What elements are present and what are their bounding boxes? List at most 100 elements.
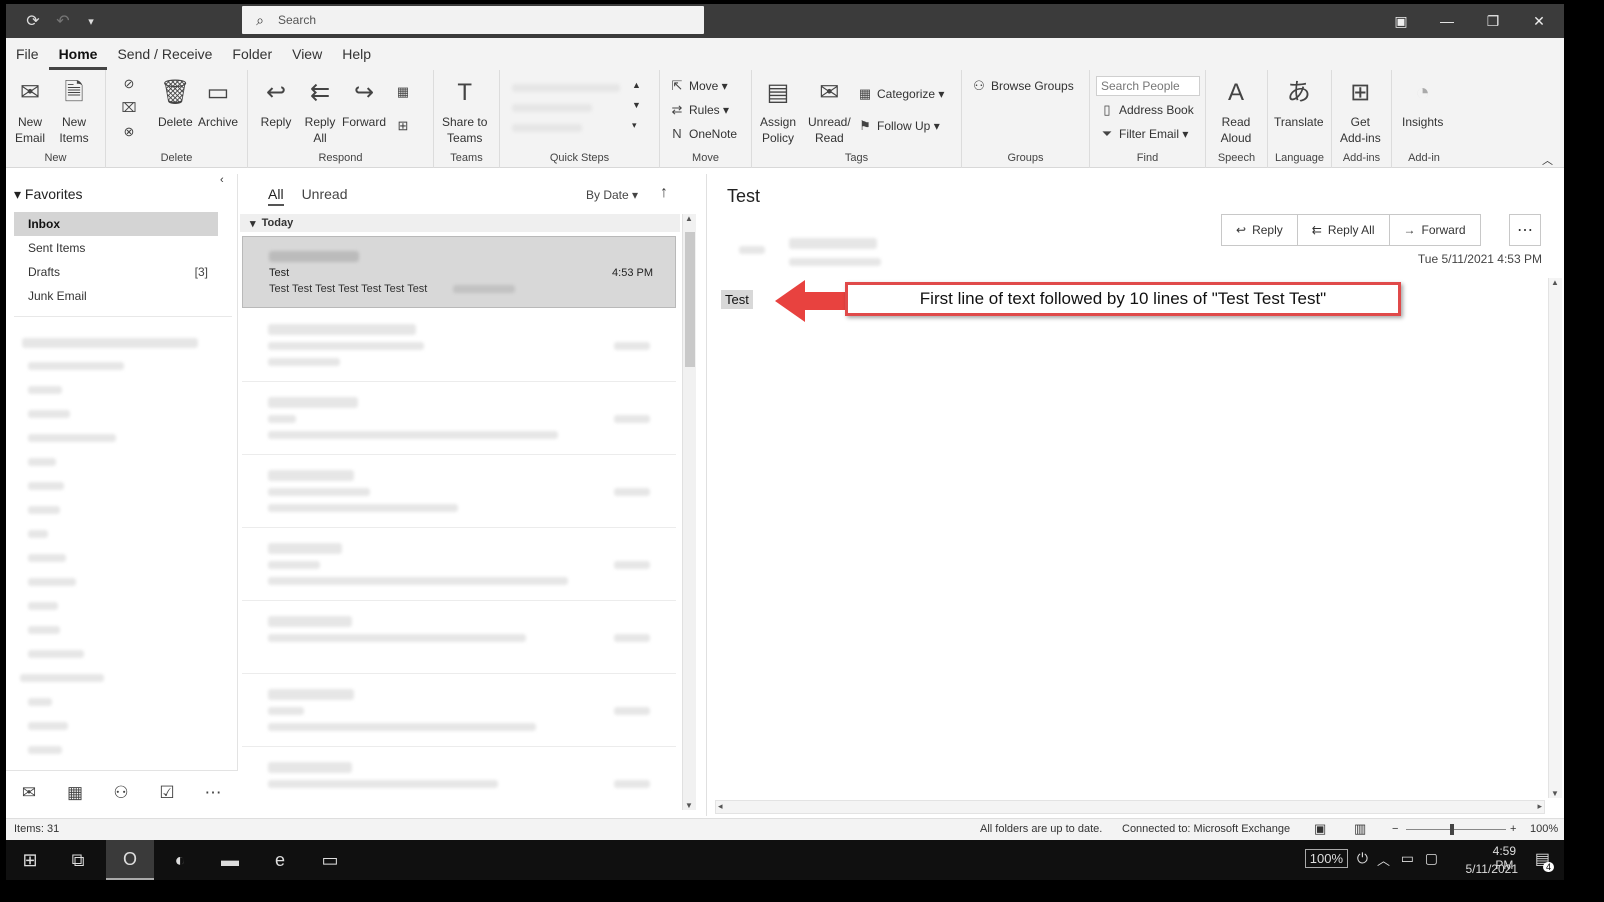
reply-button[interactable]: ↩ Reply — [1222, 215, 1298, 245]
power-icon[interactable]: ⏻ — [1357, 850, 1368, 867]
ribbon-display-icon[interactable]: ▣ — [1378, 4, 1424, 38]
junk-icon[interactable]: ⊗ — [120, 124, 141, 140]
quickstep-item[interactable] — [512, 104, 592, 112]
folder-item[interactable] — [28, 482, 64, 490]
unread-read-button[interactable]: ✉ Unread/ Read — [808, 76, 851, 146]
account-header[interactable] — [22, 338, 198, 348]
tab-unread[interactable]: Unread — [302, 186, 348, 206]
folder-item[interactable] — [28, 626, 60, 634]
zoom-in-icon[interactable]: + — [1510, 823, 1516, 835]
task-view-icon[interactable]: ⧉ — [54, 840, 102, 880]
message-item[interactable] — [242, 310, 676, 382]
insights-button[interactable]: ◔ Insights — [1402, 76, 1443, 130]
calendar-icon[interactable]: ▦ — [62, 783, 88, 805]
delete-button[interactable]: 🗑 Delete — [158, 76, 193, 130]
tab-all[interactable]: All — [268, 186, 284, 206]
folder-item[interactable] — [28, 386, 62, 394]
new-email-button[interactable]: ✉ New Email — [14, 76, 46, 146]
menu-home[interactable]: Home — [48, 46, 108, 70]
folder-item[interactable] — [28, 458, 56, 466]
folder-item[interactable] — [20, 674, 104, 682]
folder-drafts[interactable]: Drafts [3] — [14, 260, 218, 284]
filter-email-button[interactable]: ⏷ Filter Email ▾ — [1098, 126, 1189, 142]
scroll-left-icon[interactable]: ◂ — [718, 801, 723, 812]
folder-item[interactable] — [28, 434, 116, 442]
sort-direction-icon[interactable]: ↑ — [660, 184, 668, 202]
zoom-slider[interactable] — [1406, 829, 1506, 830]
tasks-icon[interactable]: ☑ — [154, 783, 180, 805]
browse-groups-button[interactable]: ⚇ Browse Groups — [970, 78, 1074, 94]
folder-junk-email[interactable]: Junk Email — [14, 284, 218, 308]
folder-sent-items[interactable]: Sent Items — [14, 236, 218, 260]
reading-pane-horizontal-scrollbar[interactable]: ◂ ▸ — [715, 800, 1545, 814]
battery-icon[interactable]: ▭ — [1401, 850, 1414, 867]
message-list-scrollbar[interactable]: ▲ ▼ — [682, 214, 696, 810]
follow-up-button[interactable]: ⚑ Follow Up ▾ — [856, 118, 940, 134]
message-item[interactable] — [242, 748, 676, 820]
group-header-today[interactable]: ▾ Today — [240, 214, 680, 232]
folder-item[interactable] — [28, 362, 124, 370]
new-items-button[interactable]: 🗎 New Items — [58, 76, 90, 146]
edge-icon[interactable]: ◐ — [156, 840, 204, 880]
message-item[interactable] — [242, 602, 676, 674]
menu-file[interactable]: File — [6, 46, 49, 70]
scrollbar-thumb[interactable] — [685, 232, 695, 367]
menu-send-receive[interactable]: Send / Receive — [107, 46, 222, 70]
reply-all-button[interactable]: ⇇ Reply All — [1298, 215, 1390, 245]
quicksteps-scroll-up-icon[interactable]: ▲ — [632, 80, 641, 90]
folder-item[interactable] — [28, 506, 60, 514]
reading-view-icon[interactable]: ▥ — [1354, 821, 1366, 837]
forward-button[interactable]: ↪ Forward — [342, 76, 386, 130]
folder-item[interactable] — [28, 602, 58, 610]
file-explorer-icon[interactable]: ▬ — [206, 840, 254, 880]
windows-start-icon[interactable]: ⊞ — [6, 840, 54, 880]
scroll-down-icon[interactable]: ▼ — [685, 801, 693, 810]
translate-button[interactable]: あ Translate — [1274, 76, 1324, 130]
outlook-taskbar-icon[interactable]: O — [106, 840, 154, 880]
quick-access-dropdown-icon[interactable]: ▾ — [76, 4, 106, 38]
more-respond-icon[interactable]: ⊞ — [394, 118, 415, 134]
quicksteps-scroll-down-icon[interactable]: ▼ — [632, 100, 641, 110]
collapse-ribbon-icon[interactable]: ︿ — [1542, 152, 1553, 168]
mail-icon[interactable]: ✉ — [16, 783, 42, 805]
meeting-icon[interactable]: ▦ — [394, 84, 415, 100]
folder-inbox[interactable]: Inbox — [14, 212, 218, 236]
share-to-teams-button[interactable]: T Share to Teams — [442, 76, 487, 146]
folder-item[interactable] — [28, 530, 48, 538]
reply-all-button[interactable]: ⇇ Reply All — [304, 76, 336, 146]
reply-button[interactable]: ↩ Reply — [260, 76, 292, 130]
message-item[interactable] — [242, 383, 676, 455]
more-modules-icon[interactable]: ⋯ — [200, 783, 226, 805]
quicksteps-expand-icon[interactable]: ▾ — [632, 120, 637, 131]
close-button[interactable]: ✕ — [1516, 4, 1562, 38]
folder-item[interactable] — [28, 554, 66, 562]
zoom-slider-thumb[interactable] — [1450, 824, 1454, 835]
forward-button[interactable]: → Forward — [1390, 215, 1480, 245]
folder-item[interactable] — [28, 698, 52, 706]
menu-view[interactable]: View — [282, 46, 332, 70]
quickstep-item[interactable] — [512, 84, 620, 92]
collapse-pane-icon[interactable]: ‹ — [220, 174, 224, 186]
get-addins-button[interactable]: ⊞ Get Add-ins — [1340, 76, 1381, 146]
clock-date[interactable]: 5/11/2021 — [1466, 862, 1519, 876]
message-item[interactable] — [242, 529, 676, 601]
folder-item[interactable] — [28, 746, 62, 754]
restore-button[interactable]: ❐ — [1470, 4, 1516, 38]
search-input[interactable]: ⌕ Search — [242, 6, 704, 34]
categorize-button[interactable]: ▦ Categorize ▾ — [856, 86, 945, 102]
rules-button[interactable]: ⇄ Rules ▾ — [668, 102, 730, 118]
assign-policy-button[interactable]: ▤ Assign Policy — [760, 76, 796, 146]
menu-folder[interactable]: Folder — [222, 46, 282, 70]
folder-item[interactable] — [28, 410, 70, 418]
sort-by-dropdown[interactable]: By Date ▾ — [586, 188, 638, 202]
ignore-icon[interactable]: ⊘ — [120, 76, 141, 92]
menu-help[interactable]: Help — [332, 46, 381, 70]
message-item[interactable] — [242, 456, 676, 528]
scroll-down-icon[interactable]: ▼ — [1551, 789, 1559, 798]
message-item[interactable] — [242, 675, 676, 747]
undo-icon[interactable]: ↶ — [48, 4, 78, 38]
scroll-up-icon[interactable]: ▲ — [685, 214, 693, 223]
reading-pane-vertical-scrollbar[interactable]: ▲ ▼ — [1548, 278, 1562, 798]
read-aloud-button[interactable]: A Read Aloud — [1220, 76, 1252, 146]
scroll-up-icon[interactable]: ▲ — [1551, 278, 1559, 287]
